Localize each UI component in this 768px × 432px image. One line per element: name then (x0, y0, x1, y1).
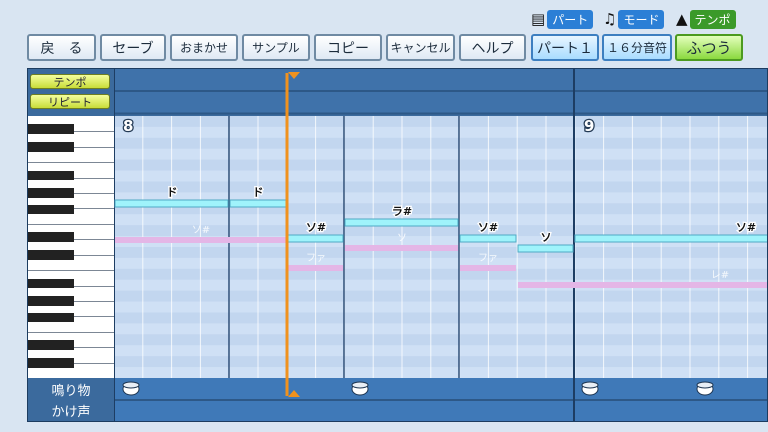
black-key (28, 250, 74, 260)
black-key (28, 340, 74, 350)
black-key (28, 188, 74, 198)
note-bar[interactable] (344, 218, 459, 227)
black-key (28, 357, 74, 368)
note-length-select[interactable]: １６分音符 (602, 34, 672, 61)
black-key (28, 204, 74, 215)
pitch-row (114, 137, 767, 149)
measure-number: 9 (584, 117, 594, 135)
pitch-row (114, 116, 767, 127)
pitch-row (114, 356, 767, 368)
drum-icon[interactable] (351, 381, 369, 396)
mode-header: ♫ モード (603, 9, 665, 29)
pitch-row (114, 148, 767, 160)
black-key (28, 142, 74, 152)
tempo-row-label[interactable]: テンポ (30, 74, 110, 89)
pitch-row (114, 126, 767, 138)
part-header-label: パート (547, 9, 594, 29)
measure-number: 8 (123, 117, 133, 135)
note-label: ソ (541, 231, 552, 244)
note-label: ソ# (306, 221, 326, 234)
black-key (28, 232, 74, 242)
note-label: ラ# (392, 205, 412, 218)
pitch-row (114, 345, 767, 357)
pitch-row (114, 257, 767, 269)
ghost-note-label: ファ (306, 253, 326, 264)
drum-icon[interactable] (581, 381, 599, 396)
pitch-row (114, 290, 767, 302)
sample-button[interactable]: サンプル (242, 34, 310, 61)
pitch-row (114, 268, 767, 280)
ghost-note-label: ソ# (192, 225, 210, 236)
pitch-row (114, 159, 767, 171)
pitch-row (114, 312, 767, 324)
pitch-row (114, 323, 767, 335)
note-bar[interactable] (229, 199, 287, 208)
music-note-icon: ♫ (603, 10, 617, 28)
ghost-note-bar[interactable] (460, 265, 516, 271)
part-header: ▤ パート (531, 9, 594, 29)
ghost-note-bar[interactable] (345, 245, 458, 251)
note-bar[interactable] (517, 244, 574, 253)
copy-button[interactable]: コピー (314, 34, 382, 61)
note-grid[interactable]: ソ# ファ ソファレ# ド ドソ# ラ# ソ# ソ ソ# 8 9 (114, 69, 768, 422)
sequencer-editor: テンポ リピート 鳴り物 かけ声 ソ# ファ ソファレ# ド ドソ# ラ# ソ# ソ ソ# 8… (27, 68, 768, 422)
save-button[interactable]: セーブ (100, 34, 166, 61)
tempo-header: ▲ テンポ (676, 9, 736, 29)
ghost-note-label: レ# (711, 270, 729, 281)
note-bar[interactable] (574, 234, 768, 243)
black-key (28, 278, 74, 289)
note-bar[interactable] (287, 234, 344, 243)
white-key-divider (28, 162, 114, 164)
percussion-row-label: 鳴り物 (51, 384, 91, 399)
black-key (28, 312, 74, 323)
note-label: ソ# (478, 221, 498, 234)
cancel-button[interactable]: キャンセル (386, 34, 455, 61)
help-button[interactable]: ヘルプ (459, 34, 526, 61)
drum-icon[interactable] (122, 381, 140, 396)
pitch-row (114, 334, 767, 346)
ghost-note-label: ファ (478, 253, 498, 264)
part-select[interactable]: パート１ (531, 34, 599, 61)
mode-header-label: モード (618, 9, 665, 29)
shout-row-label: かけ声 (51, 405, 91, 420)
white-key-divider (28, 223, 114, 225)
note-label: ド (253, 186, 264, 199)
ghost-note-bar[interactable] (115, 237, 286, 243)
piano-keyboard (28, 116, 114, 378)
pitch-row (114, 225, 767, 237)
back-button[interactable]: 戻 る (27, 34, 96, 61)
mode-select[interactable]: ふつう (675, 34, 743, 61)
white-key-divider (28, 331, 114, 333)
note-label: ソ# (736, 221, 756, 234)
black-key (28, 124, 74, 135)
black-key (28, 170, 74, 181)
score-icon: ▤ (531, 10, 546, 28)
ghost-note-bar[interactable] (288, 265, 343, 271)
note-label: ド (167, 186, 178, 199)
tempo-header-label: テンポ (689, 9, 736, 29)
pitch-row (114, 301, 767, 313)
drum-icon[interactable] (696, 381, 714, 396)
pitch-row (114, 367, 767, 378)
ghost-note-label: ソ (397, 233, 407, 244)
omakase-button[interactable]: おまかせ (170, 34, 238, 61)
metronome-icon: ▲ (676, 10, 688, 28)
ghost-note-bar[interactable] (518, 282, 768, 288)
pitch-row (114, 170, 767, 182)
pitch-row (114, 181, 767, 193)
white-key-divider (28, 270, 114, 272)
note-bar[interactable] (459, 234, 517, 243)
note-bar[interactable] (114, 199, 229, 208)
black-key (28, 296, 74, 306)
repeat-row-label[interactable]: リピート (30, 94, 110, 109)
